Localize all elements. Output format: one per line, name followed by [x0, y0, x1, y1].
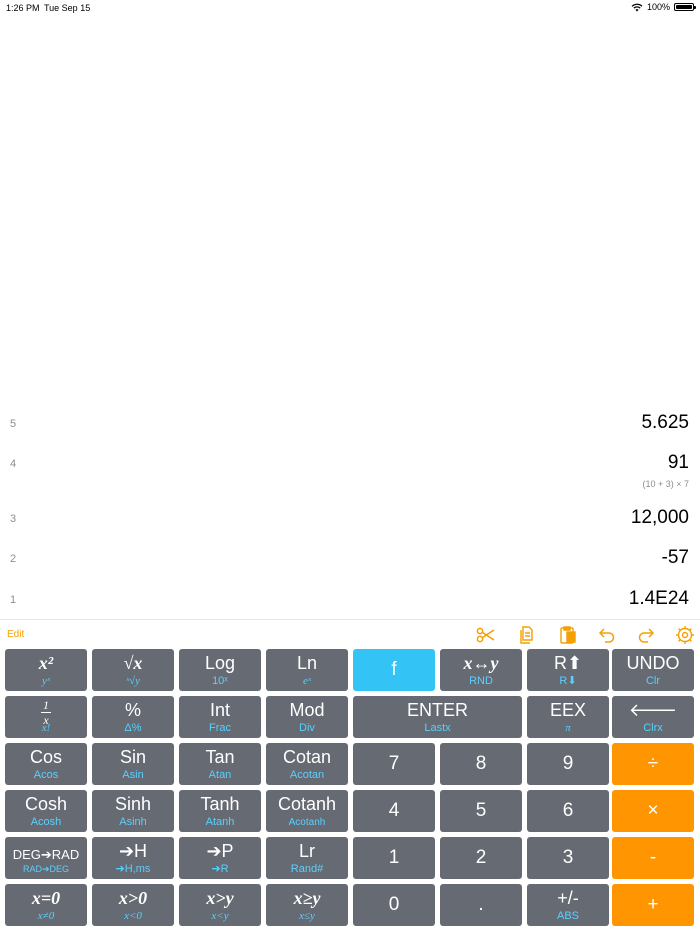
key-int[interactable]: Int Frac: [179, 696, 261, 738]
stack-value: 12,000: [630, 507, 689, 528]
key-mod[interactable]: Mod Div: [266, 696, 348, 738]
key-8[interactable]: 8: [440, 743, 522, 785]
status-time: 1:26 PM: [6, 3, 40, 13]
wifi-icon: [631, 3, 643, 11]
status-bar: 1:26 PM Tue Sep 15 100%: [0, 0, 700, 16]
key-log[interactable]: Log 10ˣ: [179, 649, 261, 691]
key-decimal[interactable]: .: [440, 884, 522, 926]
stack-index: 3: [10, 513, 17, 525]
key-change-sign[interactable]: +/- ABS: [527, 884, 609, 926]
key-f-shift[interactable]: f: [353, 649, 435, 691]
key-ln[interactable]: Ln eˣ: [266, 649, 348, 691]
key-cosh[interactable]: Cosh Acosh: [5, 790, 87, 832]
key-eex[interactable]: EEX π: [527, 696, 609, 738]
stack-value: 5.625: [641, 412, 689, 433]
toolbar: Edit: [0, 622, 700, 646]
stack-index: 5: [10, 418, 17, 430]
key-9[interactable]: 9: [527, 743, 609, 785]
keypad: x² yˣ √x ˣ√y Log 10ˣ Ln eˣ f x↔y RND R⬆ …: [0, 646, 700, 934]
key-tanh[interactable]: Tanh Atanh: [179, 790, 261, 832]
stack-row-5[interactable]: 5 5.625: [0, 412, 700, 436]
key-swap-xy[interactable]: x↔y RND: [440, 649, 522, 691]
edit-button[interactable]: Edit: [7, 629, 24, 640]
key-3[interactable]: 3: [527, 837, 609, 879]
copy-icon[interactable]: [516, 624, 538, 646]
stack-index: 1: [10, 594, 17, 606]
key-enter[interactable]: ENTER Lastx: [353, 696, 522, 738]
key-5[interactable]: 5: [440, 790, 522, 832]
key-subtract[interactable]: -: [612, 837, 694, 879]
scissors-icon[interactable]: [475, 624, 497, 646]
key-1[interactable]: 1: [353, 837, 435, 879]
key-deg-to-rad[interactable]: DEG➔RAD RAD➔DEG: [5, 837, 87, 879]
key-backspace[interactable]: 🡐 Clrx: [612, 696, 694, 738]
key-lr[interactable]: Lr Rand#: [266, 837, 348, 879]
undo-arrow-icon[interactable]: [596, 624, 618, 646]
key-add[interactable]: +: [612, 884, 694, 926]
status-right: 100%: [631, 2, 696, 12]
stack-value: -57: [661, 547, 689, 568]
key-roll-up[interactable]: R⬆ R⬇: [527, 649, 609, 691]
battery-percent: 100%: [646, 2, 670, 12]
key-6[interactable]: 6: [527, 790, 609, 832]
paste-icon[interactable]: [557, 624, 579, 646]
key-sqrt[interactable]: √x ˣ√y: [92, 649, 174, 691]
key-x-squared[interactable]: x² yˣ: [5, 649, 87, 691]
key-cotan[interactable]: Cotan Acotan: [266, 743, 348, 785]
key-sin[interactable]: Sin Asin: [92, 743, 174, 785]
key-reciprocal[interactable]: 1 x x!: [5, 696, 87, 738]
stack-value: 1.4E24: [628, 588, 689, 609]
battery-icon: [674, 3, 696, 11]
stack-row-3[interactable]: 3 12,000: [0, 507, 700, 531]
key-x-gt-y[interactable]: x>y x<y: [179, 884, 261, 926]
backspace-arrow-icon: 🡐: [628, 700, 678, 720]
stack-index: 4: [10, 458, 17, 470]
stack-row-4[interactable]: 4 91 (10 + 3) × 7: [0, 452, 700, 492]
key-to-polar[interactable]: ➔P ➔R: [179, 837, 261, 879]
key-4[interactable]: 4: [353, 790, 435, 832]
stack-expression: (10 + 3) × 7: [642, 479, 689, 489]
stack-value: 91: [667, 452, 689, 473]
key-x-gt-0[interactable]: x>0 x<0: [92, 884, 174, 926]
key-divide[interactable]: ÷: [612, 743, 694, 785]
key-multiply[interactable]: ×: [612, 790, 694, 832]
key-sinh[interactable]: Sinh Asinh: [92, 790, 174, 832]
stack-divider: [0, 619, 700, 620]
key-cotanh[interactable]: Cotanh Acotanh: [266, 790, 348, 832]
key-x-ge-y[interactable]: x≥y x≤y: [266, 884, 348, 926]
status-date: Tue Sep 15: [44, 3, 91, 13]
key-cos[interactable]: Cos Acos: [5, 743, 87, 785]
stack-index: 2: [10, 553, 17, 565]
key-0[interactable]: 0: [353, 884, 435, 926]
settings-icon[interactable]: [674, 624, 696, 646]
key-2[interactable]: 2: [440, 837, 522, 879]
stack-row-1[interactable]: 1 1.4E24: [0, 588, 700, 612]
key-to-hours[interactable]: ➔H ➔H,ms: [92, 837, 174, 879]
key-7[interactable]: 7: [353, 743, 435, 785]
stack-row-2[interactable]: 2 -57: [0, 547, 700, 571]
redo-arrow-icon[interactable]: [635, 624, 657, 646]
key-x-eq-0[interactable]: x=0 x≠0: [5, 884, 87, 926]
key-undo[interactable]: UNDO Clr: [612, 649, 694, 691]
key-tan[interactable]: Tan Atan: [179, 743, 261, 785]
key-percent[interactable]: % Δ%: [92, 696, 174, 738]
